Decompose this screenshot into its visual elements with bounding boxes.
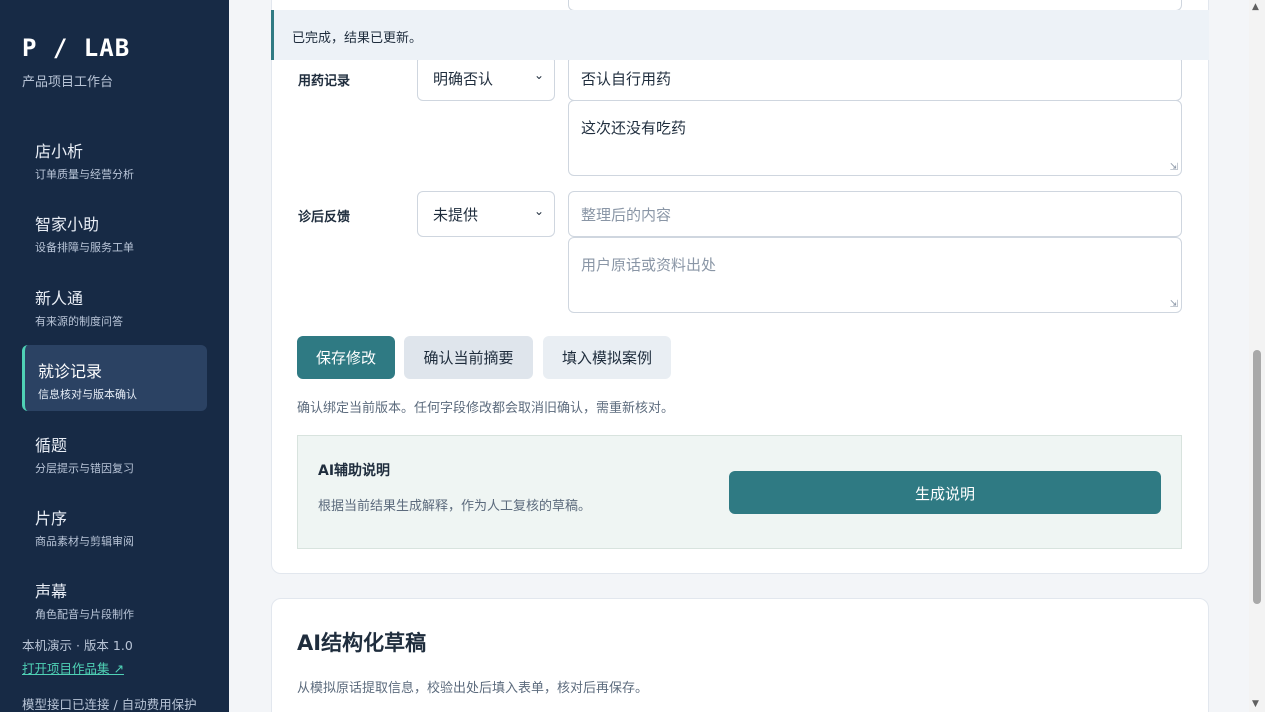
ai-draft-desc: 从模拟原话提取信息，校验出处后填入表单，核对后再保存。 [297,681,649,696]
sidebar-item-subtitle: 信息核对与版本确认 [38,388,137,401]
sidebar-item-title: 新人通 [35,289,84,308]
generate-explanation-button[interactable]: 生成说明 [729,471,1161,514]
ai-draft-title: AI结构化草稿 [297,631,427,655]
sidebar-item-pianxu[interactable]: 片序 商品素材与剪辑审阅 [22,495,207,561]
sidebar-item-title: 循题 [35,436,68,455]
sidebar-item-title: 店小析 [35,142,84,161]
main-content: 用药记录 明确否认 ⌄ 否认自行用药 这次还没有吃药 ⇲ 诊后反馈 未提供 ⌄ … [229,0,1249,712]
sidebar-item-xinrentong[interactable]: 新人通 有来源的制度问答 [22,275,207,341]
feedback-select[interactable]: 未提供 ⌄ [417,191,555,237]
resize-grip-icon[interactable]: ⇲ [1170,300,1178,310]
brand-subtitle: 产品项目工作台 [22,75,114,90]
brand-logo: P / LAB [22,34,131,62]
sidebar-item-subtitle: 订单质量与经营分析 [35,168,134,181]
feedback-textarea[interactable]: 用户原话或资料出处 ⇲ [568,237,1182,313]
sidebar-item-title: 就诊记录 [38,362,103,381]
ai-explain-desc: 根据当前结果生成解释，作为人工复核的草稿。 [318,499,592,514]
sidebar-item-title: 片序 [35,509,68,528]
chevron-down-icon: ⌄ [533,68,544,82]
sidebar: P / LAB 产品项目工作台 店小析 订单质量与经营分析 智家小助 设备排障与… [0,0,229,712]
sidebar-item-subtitle: 商品素材与剪辑审阅 [35,535,134,548]
ai-draft-card: AI结构化草稿 从模拟原话提取信息，校验出处后填入表单，核对后再保存。 [271,598,1209,712]
status-toast: 已完成，结果已更新。 [271,10,1209,60]
sidebar-item-subtitle: 有来源的制度问答 [35,315,123,328]
feedback-input-placeholder: 整理后的内容 [581,206,672,224]
sidebar-item-title: 智家小助 [35,215,100,234]
sidebar-item-zhijiaxiaozhu[interactable]: 智家小助 设备排障与服务工单 [22,201,207,267]
sidebar-item-subtitle: 角色配音与片段制作 [35,608,134,621]
api-status-text: 模型接口已连接 / 自动费用保护 [22,697,197,712]
feedback-textarea-placeholder: 用户原话或资料出处 [581,256,717,274]
portfolio-link[interactable]: 打开项目作品集 ↗ [22,658,124,677]
feedback-select-value: 未提供 [433,206,479,224]
confirm-summary-button[interactable]: 确认当前摘要 [404,336,533,379]
feedback-input[interactable]: 整理后的内容 [568,191,1182,237]
record-form-card: 用药记录 明确否认 ⌄ 否认自行用药 这次还没有吃药 ⇲ 诊后反馈 未提供 ⌄ … [271,0,1209,574]
medication-textarea-value: 这次还没有吃药 [581,119,687,137]
sidebar-item-dianxiaoxi[interactable]: 店小析 订单质量与经营分析 [22,128,207,194]
page-scrollbar[interactable]: ▲ ▼ [1249,0,1265,712]
medication-input[interactable]: 否认自行用药 [568,55,1182,101]
resize-grip-icon[interactable]: ⇲ [1170,163,1178,173]
sidebar-item-subtitle: 分层提示与错因复习 [35,462,134,475]
version-text: 本机演示 · 版本 1.0 [22,638,133,653]
sidebar-item-xunti[interactable]: 循题 分层提示与错因复习 [22,422,207,488]
scrollbar-thumb[interactable] [1253,350,1261,604]
scroll-up-icon[interactable]: ▲ [1252,2,1259,12]
sidebar-item-shengmu[interactable]: 声幕 角色配音与片段制作 [22,568,207,634]
medication-select-value: 明确否认 [433,70,494,88]
sidebar-item-jiuzhenjilu[interactable]: 就诊记录 信息核对与版本确认 [22,345,207,411]
save-button[interactable]: 保存修改 [297,336,395,379]
scroll-down-icon[interactable]: ▼ [1252,699,1259,709]
chevron-down-icon: ⌄ [533,204,544,218]
ai-explain-title: AI辅助说明 [318,463,391,479]
medication-textarea[interactable]: 这次还没有吃药 ⇲ [568,100,1182,176]
ai-explain-box: AI辅助说明 根据当前结果生成解释，作为人工复核的草稿。 生成说明 [297,435,1182,549]
sidebar-item-title: 声幕 [35,582,68,601]
sidebar-item-subtitle: 设备排障与服务工单 [35,241,134,254]
fill-sample-button[interactable]: 填入模拟案例 [543,336,671,379]
medication-label: 用药记录 [298,74,351,89]
medication-select[interactable]: 明确否认 ⌄ [417,55,555,101]
feedback-label: 诊后反馈 [298,210,351,225]
confirm-note: 确认绑定当前版本。任何字段修改都会取消旧确认，需重新核对。 [297,401,675,416]
